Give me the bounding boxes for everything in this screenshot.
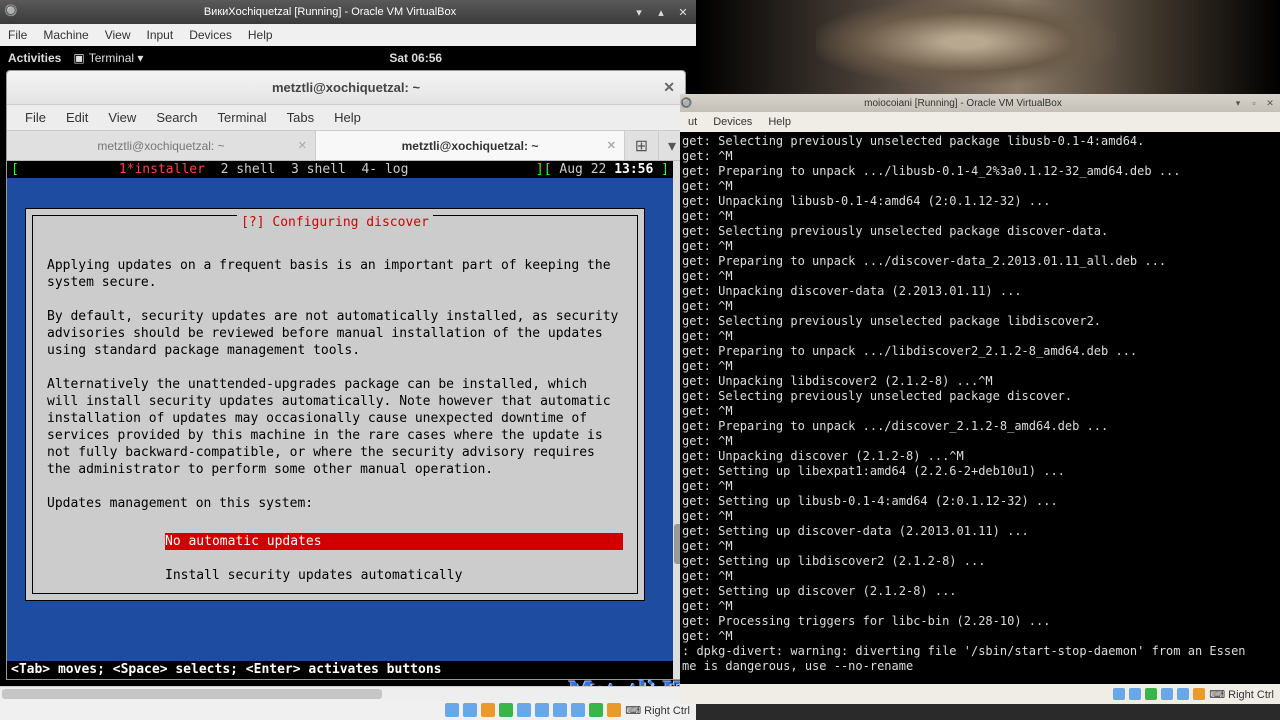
- right-terminal-output[interactable]: get: Selecting previously unselected pac…: [680, 132, 1280, 684]
- menu-input-partial[interactable]: ut: [680, 116, 705, 128]
- status-icon[interactable]: [1145, 688, 1157, 700]
- virtualbox-window-right: 🔘 moiocoiani [Running] - Oracle VM Virtu…: [680, 94, 1280, 704]
- vbox-left-statusbar: ⌨ Right Ctrl: [0, 700, 696, 720]
- vbox-right-menubar: ut Devices Help: [680, 112, 1280, 132]
- option-install-security-updates[interactable]: Install security updates automatically: [165, 567, 623, 584]
- menu-file[interactable]: File: [0, 28, 35, 42]
- screen-window-2: 2 shell: [221, 161, 276, 178]
- gnome-top-bar: Activities ▣ Terminal ▾ Sat 06:56: [0, 46, 696, 70]
- minimize-icon[interactable]: ▾: [632, 5, 646, 19]
- close-icon[interactable]: ✕: [607, 139, 616, 152]
- gterm-menu-terminal[interactable]: Terminal: [208, 110, 277, 125]
- gterm-menu-file[interactable]: File: [15, 110, 56, 125]
- menu-devices[interactable]: Devices: [705, 116, 760, 128]
- gterm-menubar: File Edit View Search Terminal Tabs Help: [7, 105, 685, 131]
- menu-input[interactable]: Input: [139, 28, 182, 42]
- bracket: [: [11, 161, 19, 178]
- dialog-prompt: Updates management on this system:: [47, 496, 313, 511]
- current-app-indicator[interactable]: ▣ Terminal ▾: [73, 51, 143, 65]
- tab-label: metztli@xochiquetzal: ~: [97, 139, 224, 153]
- status-icon[interactable]: [1129, 688, 1141, 700]
- screen-window-1: 1*installer: [119, 161, 205, 178]
- installer-background: [?] Configuring discover Applying update…: [7, 178, 673, 661]
- gnome-clock[interactable]: Sat 06:56: [389, 51, 442, 65]
- close-icon[interactable]: ✕: [663, 79, 675, 96]
- virtualbox-window-left: 🔘 ВикиXochiquetzal [Running] - Oracle VM…: [0, 0, 696, 720]
- tab-label: metztli@xochiquetzal: ~: [402, 139, 539, 153]
- menu-devices[interactable]: Devices: [181, 28, 240, 42]
- status-icon[interactable]: [607, 703, 621, 717]
- screen-time: 13:56: [614, 161, 653, 178]
- gterm-tabbar: metztli@xochiquetzal: ~ ✕ metztli@xochiq…: [7, 131, 685, 161]
- status-icon[interactable]: [1193, 688, 1205, 700]
- menu-help[interactable]: Help: [760, 116, 799, 128]
- gterm-menu-help[interactable]: Help: [324, 110, 371, 125]
- gterm-title-text: metztli@xochiquetzal: ~: [272, 80, 420, 95]
- screen-window-4: 4- log: [361, 161, 408, 178]
- gterm-menu-view[interactable]: View: [98, 110, 146, 125]
- hostkey-indicator: ⌨ Right Ctrl: [1209, 688, 1274, 701]
- terminal-icon: ▣: [73, 51, 84, 65]
- dialog-title: [?] Configuring discover: [33, 214, 637, 231]
- bracket: ][: [536, 161, 552, 178]
- tab-1[interactable]: metztli@xochiquetzal: ~ ✕: [316, 131, 625, 160]
- installer-dialog: [?] Configuring discover Applying update…: [25, 208, 645, 601]
- status-icon[interactable]: [589, 703, 603, 717]
- vbox-left-title: ВикиXochiquetzal [Running] - Oracle VM V…: [28, 6, 632, 18]
- current-app-label: Terminal ▾: [89, 51, 144, 65]
- gterm-menu-edit[interactable]: Edit: [56, 110, 98, 125]
- status-icon[interactable]: [1177, 688, 1189, 700]
- desktop-background-fragment: [696, 0, 1280, 94]
- option-no-automatic-updates[interactable]: No automatic updates: [165, 533, 623, 550]
- status-icon[interactable]: [535, 703, 549, 717]
- dialog-para: Alternatively the unattended-upgrades pa…: [47, 377, 618, 477]
- menu-help[interactable]: Help: [240, 28, 281, 42]
- horizontal-scrollbar[interactable]: [0, 686, 696, 700]
- status-icon[interactable]: [571, 703, 585, 717]
- screen-status-line: [ 1*installer 2 shell 3 shell 4- log ][ …: [7, 161, 673, 178]
- status-icon[interactable]: [499, 703, 513, 717]
- menu-view[interactable]: View: [97, 28, 139, 42]
- terminal-viewport[interactable]: [ 1*installer 2 shell 3 shell 4- log ][ …: [7, 161, 673, 679]
- status-icon[interactable]: [553, 703, 567, 717]
- tab-0[interactable]: metztli@xochiquetzal: ~ ✕: [7, 131, 316, 160]
- vbox-icon: 🔘: [4, 4, 24, 20]
- screen-date: Aug 22: [559, 161, 606, 178]
- gterm-titlebar[interactable]: metztli@xochiquetzal: ~ ✕: [7, 71, 685, 105]
- vbox-left-menubar: File Machine View Input Devices Help: [0, 24, 696, 46]
- vbox-icon: 🔘: [680, 98, 694, 109]
- vbox-left-titlebar[interactable]: 🔘 ВикиXochiquetzal [Running] - Oracle VM…: [0, 0, 696, 24]
- menu-machine[interactable]: Machine: [35, 28, 96, 42]
- status-icon[interactable]: [517, 703, 531, 717]
- gterm-menu-tabs[interactable]: Tabs: [277, 110, 324, 125]
- status-icon[interactable]: [1113, 688, 1125, 700]
- new-tab-button[interactable]: ⊞: [625, 131, 659, 160]
- maximize-icon[interactable]: ▴: [654, 5, 668, 19]
- status-icon[interactable]: [481, 703, 495, 717]
- status-icon[interactable]: [1161, 688, 1173, 700]
- bracket: ]: [661, 161, 669, 178]
- dialog-body: Applying updates on a frequent basis is …: [47, 240, 623, 601]
- close-icon[interactable]: ✕: [298, 139, 307, 152]
- gterm-menu-search[interactable]: Search: [146, 110, 207, 125]
- close-icon[interactable]: ✕: [676, 5, 690, 19]
- vbox-right-titlebar[interactable]: 🔘 moiocoiani [Running] - Oracle VM Virtu…: [680, 94, 1280, 112]
- minimize-icon[interactable]: ▾: [1232, 97, 1244, 109]
- vbox-right-title: moiocoiani [Running] - Oracle VM Virtual…: [694, 98, 1232, 109]
- gnome-terminal-window: metztli@xochiquetzal: ~ ✕ File Edit View…: [6, 70, 686, 680]
- dialog-para: By default, security updates are not aut…: [47, 309, 626, 358]
- status-icon[interactable]: [463, 703, 477, 717]
- activities-button[interactable]: Activities: [8, 51, 61, 65]
- screen-window-3: 3 shell: [291, 161, 346, 178]
- maximize-icon[interactable]: ▫: [1248, 97, 1260, 109]
- dialog-para: Applying updates on a frequent basis is …: [47, 258, 618, 290]
- vbox-right-statusbar: ⌨ Right Ctrl: [680, 684, 1280, 704]
- status-icon[interactable]: [445, 703, 459, 717]
- hostkey-indicator: ⌨ Right Ctrl: [625, 704, 690, 717]
- close-icon[interactable]: ✕: [1264, 97, 1276, 109]
- scrollbar-thumb[interactable]: [2, 689, 382, 699]
